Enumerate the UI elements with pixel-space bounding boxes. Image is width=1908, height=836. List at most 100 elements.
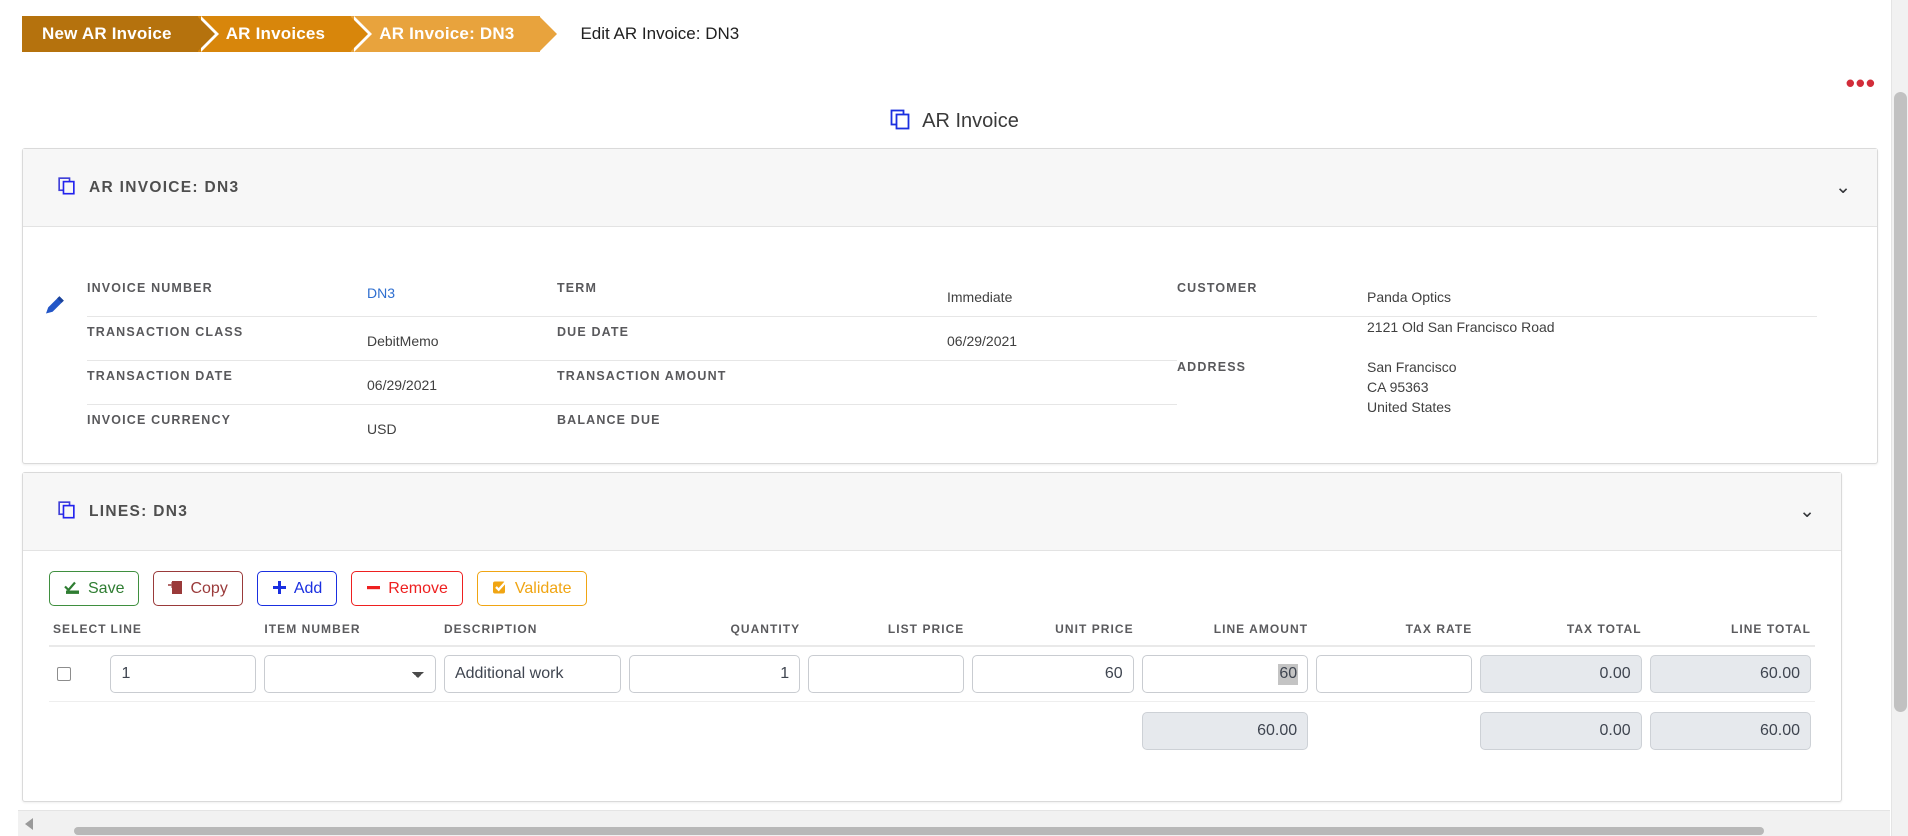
chevron-down-icon[interactable]: ⌄ [1835, 178, 1851, 197]
save-icon [64, 580, 81, 598]
description-input[interactable] [443, 655, 621, 693]
chevron-down-icon[interactable]: ⌄ [1799, 502, 1815, 521]
totals-cell-tax-total [1476, 702, 1645, 759]
field-transaction-amount: TRANSACTION AMOUNT [557, 361, 1177, 405]
field-value: 06/29/2021 [947, 333, 1018, 349]
lines-table: SELECT LINE ITEM NUMBER DESCRIPTION QUAN… [49, 616, 1815, 758]
validate-button[interactable]: Validate [476, 571, 587, 606]
cell-unit-price [968, 646, 1138, 702]
remove-button-label: Remove [388, 579, 448, 597]
field-label: BALANCE DUE [557, 413, 661, 427]
vertical-scrollbar-thumb[interactable] [1894, 92, 1907, 712]
cell-list-price [804, 646, 969, 702]
field-term: TERM Immediate [557, 273, 1177, 317]
ar-invoice-details: INVOICE NUMBER DN3 TRANSACTION CLASS Deb… [23, 227, 1877, 463]
totals-tax-total [1480, 712, 1642, 750]
cell-tax-rate [1312, 646, 1477, 702]
column-header-line: LINE [106, 616, 261, 647]
field-label: TERM [557, 281, 598, 295]
copy-icon [57, 176, 76, 200]
quantity-input[interactable] [628, 655, 801, 693]
lines-card: LINES: DN3 ⌄ Save Copy Add Remove Valida… [22, 472, 1842, 802]
copy-button[interactable]: Copy [153, 571, 243, 606]
vertical-scrollbar[interactable] [1891, 0, 1908, 836]
plus-icon [272, 580, 287, 598]
minus-icon [366, 580, 381, 598]
field-value: DebitMemo [367, 333, 439, 349]
invoice-field-column-3: CUSTOMER Panda Optics ADDRESS 2121 Old S… [1177, 243, 1817, 463]
totals-cell-tax-rate [1312, 702, 1476, 759]
pencil-icon [43, 293, 67, 463]
totals-spacer-desc [440, 702, 625, 759]
field-label: ADDRESS [1177, 360, 1247, 374]
line-total-input [1649, 655, 1811, 693]
field-invoice-currency: INVOICE CURRENCY USD [87, 405, 557, 449]
cell-quantity [624, 646, 805, 702]
lines-toolbar: Save Copy Add Remove Validate [49, 571, 1815, 606]
validate-button-label: Validate [514, 579, 572, 597]
field-balance-due: BALANCE DUE [557, 405, 1177, 449]
copy-icon [57, 500, 76, 524]
list-price-input[interactable] [808, 655, 965, 693]
breadcrumb-label: AR Invoices [225, 24, 326, 43]
field-invoice-number: INVOICE NUMBER DN3 [87, 273, 557, 317]
save-button-label: Save [88, 579, 125, 597]
check-box-icon [492, 579, 508, 598]
lines-body: Save Copy Add Remove Validate SELECT LIN… [23, 551, 1841, 758]
field-value[interactable]: DN3 [367, 273, 395, 303]
totals-spacer-line [106, 702, 260, 759]
totals-line-total [1649, 712, 1811, 750]
breadcrumb-item-ar-invoice-dn3[interactable]: AR Invoice: DN3 [351, 16, 562, 52]
horizontal-scrollbar[interactable] [18, 810, 1890, 836]
scroll-left-arrow-icon[interactable] [25, 817, 33, 830]
field-value: USD [367, 421, 397, 437]
copy-paste-icon [168, 579, 183, 598]
edit-invoice-button[interactable] [23, 243, 87, 463]
breadcrumb-item-ar-invoices[interactable]: AR Invoices [197, 16, 372, 52]
totals-cell-line-total [1646, 702, 1815, 759]
horizontal-scrollbar-thumb[interactable] [74, 827, 1764, 835]
breadcrumb: New AR Invoice AR Invoices AR Invoice: D… [22, 16, 739, 52]
copy-icon [889, 108, 911, 135]
cell-item-number [260, 646, 440, 702]
column-header-unit-price: UNIT PRICE [968, 616, 1138, 647]
ar-invoice-card-header: AR INVOICE: DN3 ⌄ [23, 149, 1877, 227]
breadcrumb-item-new-ar-invoice[interactable]: New AR Invoice [22, 16, 219, 52]
totals-spacer-select [49, 702, 106, 759]
lines-card-header: LINES: DN3 ⌄ [23, 473, 1841, 551]
field-transaction-date: TRANSACTION DATE 06/29/2021 [87, 361, 557, 405]
cell-tax-total [1476, 646, 1646, 702]
remove-button[interactable]: Remove [351, 571, 463, 606]
totals-line-amount [1141, 712, 1309, 750]
cell-line-total [1645, 646, 1815, 702]
line-amount-input[interactable] [1141, 655, 1309, 693]
ar-invoice-card: AR INVOICE: DN3 ⌄ INVOICE NUMBER DN3 TRA… [22, 148, 1878, 464]
field-address: ADDRESS 2121 Old San Francisco Road San … [1177, 317, 1817, 420]
tax-rate-input[interactable] [1316, 655, 1473, 693]
column-header-line-amount: LINE AMOUNT [1137, 616, 1313, 647]
field-value: 2121 Old San Francisco Road San Francisc… [1367, 319, 1555, 415]
column-header-line-total: LINE TOTAL [1645, 616, 1815, 647]
page-title-text: AR Invoice [922, 110, 1019, 132]
overflow-menu-icon[interactable]: ••• [1846, 70, 1876, 96]
field-label: TRANSACTION AMOUNT [557, 369, 727, 383]
breadcrumb-label: New AR Invoice [42, 24, 172, 43]
save-button[interactable]: Save [49, 571, 140, 606]
copy-button-label: Copy [190, 579, 228, 597]
totals-spacer-item [260, 702, 440, 759]
totals-spacer-lp [804, 702, 968, 759]
field-label: INVOICE CURRENCY [87, 413, 232, 427]
item-number-select[interactable] [264, 655, 436, 693]
table-row: 60 [49, 646, 1815, 702]
line-input[interactable] [110, 655, 257, 693]
current-page-title: Edit AR Invoice: DN3 [580, 24, 740, 43]
field-due-date: DUE DATE 06/29/2021 [557, 317, 1177, 361]
field-customer: CUSTOMER Panda Optics [1177, 273, 1817, 317]
row-select-checkbox[interactable] [57, 667, 71, 681]
totals-cell-line-amount [1138, 702, 1312, 759]
field-transaction-class: TRANSACTION CLASS DebitMemo [87, 317, 557, 361]
add-button[interactable]: Add [256, 571, 338, 606]
invoice-field-column-2: TERM Immediate DUE DATE 06/29/2021 TRANS… [557, 243, 1177, 463]
unit-price-input[interactable] [972, 655, 1134, 693]
field-value: Panda Optics [1367, 289, 1452, 305]
